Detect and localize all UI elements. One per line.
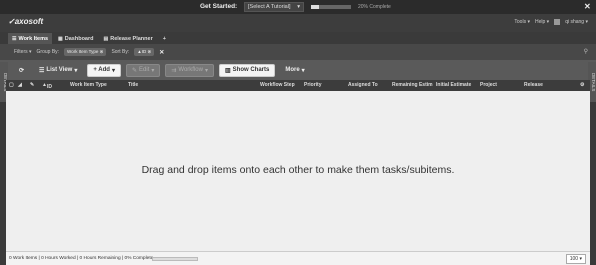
tab-work-items[interactable]: ☰ Work Items bbox=[8, 33, 53, 44]
column-work-item-type[interactable]: Work Item Type bbox=[70, 82, 107, 88]
column-project[interactable]: Project bbox=[480, 82, 497, 88]
search-icon[interactable]: ⚲ bbox=[584, 48, 588, 55]
app-header: ✓axosoft Tools ▾ Help ▾ qi shang ▾ bbox=[0, 14, 596, 32]
tutorial-progress-bar bbox=[311, 5, 351, 9]
tab-dashboard[interactable]: ▦ Dashboard bbox=[54, 33, 97, 44]
tools-menu[interactable]: Tools ▾ bbox=[514, 19, 530, 25]
completion-progress-bar bbox=[152, 257, 198, 261]
gear-icon[interactable]: ⚙ bbox=[580, 82, 584, 88]
help-menu[interactable]: Help ▾ bbox=[535, 19, 549, 25]
grid-header: ▢ ◢ ✎ ▲ ID Work Item Type Title Workflow … bbox=[6, 80, 590, 91]
status-bar: 0 Work Items | 0 Hours Worked | 0 Hours … bbox=[6, 251, 590, 265]
flag-icon: ◢ bbox=[18, 82, 22, 88]
user-menu[interactable]: qi shang ▾ bbox=[565, 19, 588, 25]
dashboard-icon: ▦ bbox=[58, 35, 63, 42]
work-items-grid[interactable]: Drag and drop items onto each other to m… bbox=[6, 91, 590, 251]
add-button[interactable]: + Add ▾ bbox=[87, 63, 121, 77]
group-by-label: Group By: bbox=[36, 49, 60, 55]
page-size-select[interactable]: 100 ▾ bbox=[565, 254, 586, 264]
column-assigned-to[interactable]: Assigned To bbox=[348, 82, 378, 88]
tutorial-bar: Get Started: [Select A Tutorial] ▾ 20% C… bbox=[0, 0, 596, 14]
chevron-down-icon: ▾ bbox=[297, 4, 300, 10]
clear-filters-icon[interactable]: ✕ bbox=[159, 49, 164, 56]
tutorial-progress-fill bbox=[311, 5, 319, 9]
edit-button[interactable]: ✎ Edit ▾ bbox=[125, 63, 161, 77]
column-workflow-step[interactable]: Workflow Step bbox=[260, 82, 295, 88]
tutorial-select[interactable]: [Select A Tutorial] ▾ bbox=[244, 2, 304, 12]
workflow-button[interactable]: ⇉ Workflow ▾ bbox=[165, 63, 214, 77]
refresh-icon[interactable]: ⟳ bbox=[14, 64, 29, 77]
tutorial-select-value: [Select A Tutorial] bbox=[248, 4, 291, 10]
toolbar: ⟳ ☰ List View ▾ + Add ▾ ✎ Edit ▾ ⇉ Workf… bbox=[0, 60, 596, 80]
tutorial-progress-text: 20% Complete bbox=[358, 4, 391, 10]
column-release[interactable]: Release bbox=[524, 82, 543, 88]
axosoft-logo: ✓axosoft bbox=[8, 17, 44, 26]
filter-bar: Filters ▾ Group By: Work Item Type ⊗ Sor… bbox=[0, 44, 596, 60]
close-icon[interactable]: ✕ bbox=[584, 2, 591, 11]
column-remaining-estimate[interactable]: Remaining Estim bbox=[392, 82, 433, 88]
filters-menu[interactable]: Filters ▾ bbox=[14, 49, 32, 55]
column-title[interactable]: Title bbox=[128, 82, 138, 88]
show-charts-button[interactable]: ▥ Show Charts bbox=[218, 63, 276, 77]
column-priority[interactable]: Priority bbox=[304, 82, 322, 88]
select-all-checkbox[interactable]: ▢ bbox=[9, 82, 14, 88]
sort-by-label: Sort By: bbox=[111, 49, 130, 55]
calendar-icon: ▤ bbox=[103, 35, 109, 42]
add-tab-button[interactable]: + bbox=[159, 33, 170, 44]
list-view-button[interactable]: ☰ List View ▾ bbox=[34, 64, 82, 77]
tab-release-planner[interactable]: ▤ Release Planner bbox=[100, 33, 157, 44]
status-summary: 0 Work Items | 0 Hours Worked | 0 Hours … bbox=[9, 256, 154, 261]
more-menu[interactable]: More ▾ bbox=[280, 64, 309, 77]
get-started-label: Get Started: bbox=[200, 3, 238, 10]
group-by-chip[interactable]: Work Item Type ⊗ bbox=[64, 48, 107, 56]
list-icon: ☰ bbox=[12, 35, 17, 42]
avatar[interactable] bbox=[554, 19, 561, 25]
column-initial-estimate[interactable]: Initial Estimate bbox=[436, 82, 471, 88]
column-id[interactable]: ▲ ID bbox=[42, 82, 52, 90]
main-tabs: ☰ Work Items ▦ Dashboard ▤ Release Planner … bbox=[0, 32, 596, 44]
empty-grid-message: Drag and drop items onto each other to m… bbox=[141, 164, 455, 176]
user-nav: Tools ▾ Help ▾ qi shang ▾ bbox=[514, 19, 588, 25]
sort-by-chip[interactable]: ▲ID ⊗ bbox=[134, 48, 155, 56]
attachment-icon: ✎ bbox=[30, 82, 35, 88]
